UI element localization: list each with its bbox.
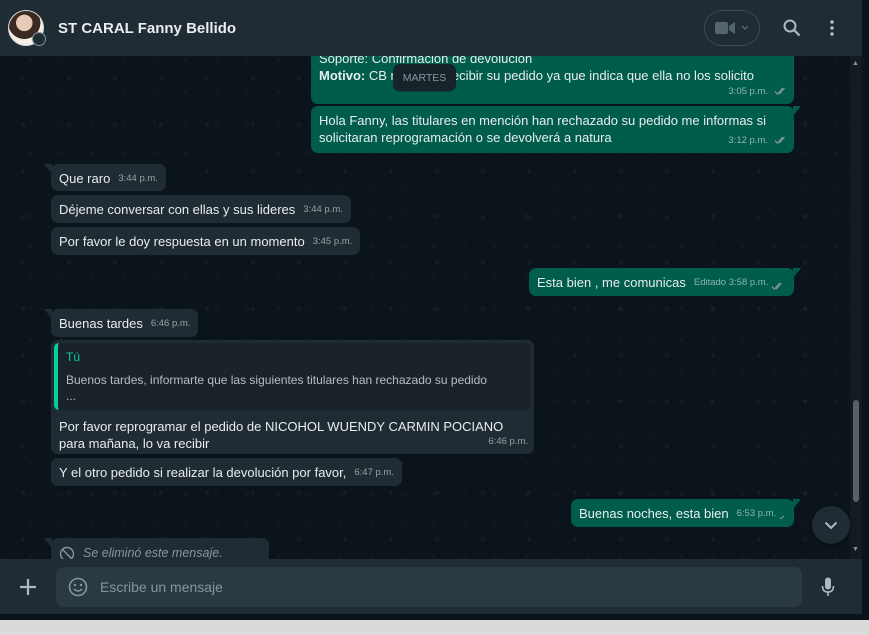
read-ticks-icon bbox=[774, 136, 785, 145]
search-button[interactable] bbox=[772, 8, 812, 48]
message-time: 3:05 p.m. bbox=[728, 86, 768, 97]
edited-label: Editado bbox=[693, 277, 727, 288]
message-time: 6:53 p.m. bbox=[736, 508, 777, 519]
message-time: 3:58 p.m. bbox=[728, 277, 769, 288]
message-bubble-incoming[interactable]: Déjeme conversar con ellas y sus lideres… bbox=[51, 195, 351, 223]
message-time: 3:12 p.m. bbox=[728, 135, 768, 146]
deleted-message-text: Se eliminó este mensaje. bbox=[83, 546, 223, 559]
message-text: Que raro bbox=[59, 171, 111, 186]
message-text: Déjeme conversar con ellas y sus lideres bbox=[59, 202, 296, 217]
scroll-to-bottom-button[interactable] bbox=[812, 506, 850, 544]
message-text: Por favor le doy respuesta en un momento bbox=[59, 234, 305, 249]
whatsapp-window: ST CARAL Fanny Bellido Soporte: Confirma… bbox=[0, 0, 869, 635]
chat-header: ST CARAL Fanny Bellido bbox=[0, 0, 862, 56]
message-time: 6:46 p.m. bbox=[150, 318, 191, 329]
read-ticks-icon bbox=[779, 515, 785, 520]
voice-message-button[interactable] bbox=[808, 567, 848, 607]
plus-icon bbox=[20, 578, 36, 595]
message-time: 6:46 p.m. bbox=[488, 436, 528, 447]
message-bubble-incoming[interactable]: Y el otro pedido si realizar la devoluci… bbox=[51, 458, 402, 486]
message-text: Buenas tardes bbox=[59, 316, 143, 331]
video-call-button[interactable] bbox=[704, 10, 760, 46]
message-text: Esta bien , me comunicas bbox=[537, 275, 686, 290]
window-edge bbox=[862, 0, 869, 614]
message-text: Por favor reprogramar el pedido de NICOH… bbox=[59, 419, 504, 451]
blocked-icon bbox=[59, 546, 75, 559]
video-camera-icon bbox=[715, 22, 735, 34]
message-time: 6:47 p.m. bbox=[354, 467, 394, 478]
message-text: Buenas noches, esta bien bbox=[579, 506, 729, 521]
message-bubble-outgoing[interactable]: Soporte: Confirmación de devolución Moti… bbox=[311, 56, 794, 104]
message-text: Y el otro pedido si realizar la devoluci… bbox=[59, 465, 347, 480]
reason-label: Motivo: bbox=[319, 68, 366, 83]
composer-bar bbox=[0, 559, 862, 614]
sticker-icon[interactable] bbox=[68, 577, 88, 597]
message-text: Hola Fanny, las titulares en mención han… bbox=[319, 113, 767, 145]
message-bubble-incoming-reply[interactable]: Tú Buenos tardes, informarte que las sig… bbox=[51, 340, 534, 454]
date-separator: MARTES bbox=[393, 64, 456, 91]
message-time: 3:44 p.m. bbox=[303, 204, 343, 215]
message-input-container[interactable] bbox=[56, 566, 802, 607]
contact-name[interactable]: ST CARAL Fanny Bellido bbox=[58, 20, 704, 37]
scrollbar-thumb[interactable] bbox=[853, 400, 859, 502]
quote-text: Buenos tardes, informarte que las siguie… bbox=[66, 373, 487, 387]
chevron-down-icon bbox=[741, 25, 749, 30]
scroll-down-arrow-icon[interactable]: ▼ bbox=[852, 546, 859, 553]
more-vertical-icon bbox=[830, 20, 834, 36]
attach-button[interactable] bbox=[10, 569, 46, 605]
microphone-icon bbox=[821, 577, 835, 596]
menu-button[interactable] bbox=[812, 8, 852, 48]
quote-ellipsis: ... bbox=[66, 389, 77, 403]
message-bubble-outgoing[interactable]: Esta bien , me comunicas Editado 3:58 p.… bbox=[529, 268, 801, 296]
search-icon bbox=[783, 19, 801, 37]
message-bubble-incoming[interactable]: Que raro 3:44 p.m. bbox=[44, 164, 166, 191]
message-bubble-deleted[interactable]: Se eliminó este mensaje. bbox=[44, 538, 269, 559]
read-ticks-icon bbox=[774, 87, 785, 96]
message-bubble-incoming[interactable]: Por favor le doy respuesta en un momento… bbox=[51, 227, 361, 255]
status-badge-icon bbox=[32, 32, 46, 46]
message-input[interactable] bbox=[100, 578, 790, 595]
message-time: 3:45 p.m. bbox=[312, 236, 353, 247]
chat-area[interactable]: Soporte: Confirmación de devolución Moti… bbox=[0, 56, 862, 559]
quoted-message[interactable]: Tú Buenos tardes, informarte que las sig… bbox=[54, 343, 531, 410]
quote-author: Tú bbox=[66, 350, 81, 364]
message-bubble-outgoing[interactable]: Buenas noches, esta bien 6:53 p.m. bbox=[571, 499, 801, 527]
contact-avatar[interactable] bbox=[8, 10, 46, 46]
chevron-down-icon bbox=[824, 521, 838, 529]
message-bubble-incoming[interactable]: Buenas tardes 6:46 p.m. bbox=[43, 309, 199, 337]
scroll-up-arrow-icon[interactable]: ▲ bbox=[852, 60, 859, 67]
taskbar-strip bbox=[0, 614, 869, 635]
read-ticks-icon bbox=[771, 282, 783, 291]
message-time: 3:44 p.m. bbox=[118, 173, 158, 184]
message-bubble-outgoing[interactable]: Hola Fanny, las titulares en mención han… bbox=[311, 106, 801, 153]
